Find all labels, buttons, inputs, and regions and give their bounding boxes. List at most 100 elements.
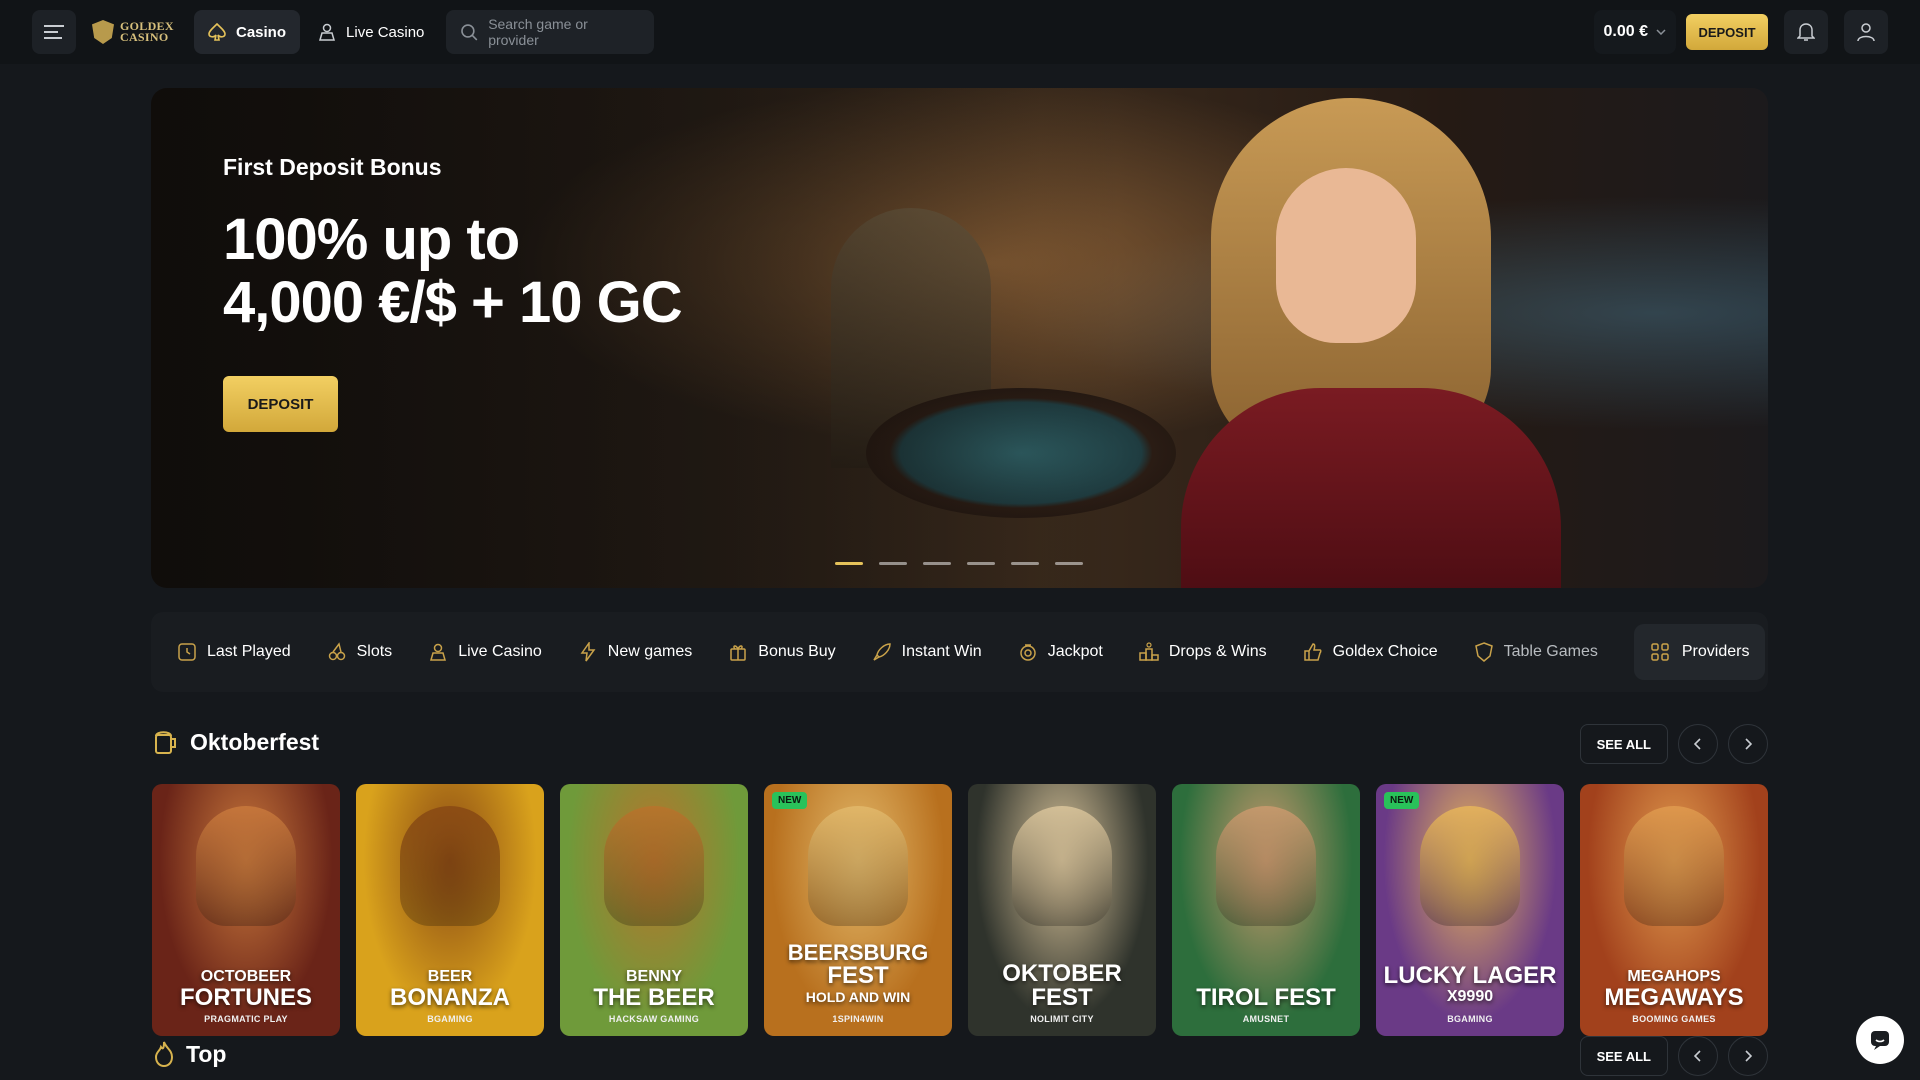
- category-instant-win[interactable]: Instant Win: [872, 642, 982, 662]
- chevron-right-icon: [1745, 1050, 1752, 1062]
- category-table-games[interactable]: Table Games: [1474, 642, 1598, 662]
- hero-banner[interactable]: First Deposit Bonus 100% up to 4,000 €/$…: [151, 88, 1768, 588]
- section-title: Oktoberfest: [190, 728, 320, 755]
- game-artwork: [196, 806, 296, 926]
- user-icon: [1857, 23, 1875, 42]
- category-last-played[interactable]: Last Played: [177, 642, 291, 662]
- scroll-left-button[interactable]: [1678, 724, 1718, 764]
- category-jackpot[interactable]: Jackpot: [1018, 642, 1103, 662]
- top-navigation-bar: GOLDEX CASINO Casino Live Casino Search …: [0, 0, 1920, 64]
- game-title: BONANZA: [390, 984, 510, 1011]
- lightning-icon: [580, 642, 596, 662]
- hero-deposit-button[interactable]: DEPOSIT: [223, 376, 338, 432]
- beer-mug-icon: [155, 731, 176, 754]
- game-provider: PRAGMATIC PLAY: [204, 1014, 288, 1024]
- game-tile[interactable]: NEW BEERSBURG FEST HOLD AND WIN 1SPIN4WIN: [764, 784, 952, 1036]
- chevron-left-icon: [1694, 738, 1701, 750]
- category-label: Last Played: [207, 643, 291, 660]
- tab-casino[interactable]: Casino: [194, 10, 301, 54]
- tab-casino-label: Casino: [236, 23, 287, 41]
- category-new-games[interactable]: New games: [578, 642, 692, 662]
- game-tile[interactable]: BENNY THE BEER HACKSAW GAMING: [560, 784, 748, 1036]
- category-bonus-buy[interactable]: Bonus Buy: [728, 642, 836, 662]
- new-badge: NEW: [1384, 792, 1420, 809]
- flame-icon: [154, 1041, 174, 1068]
- chevron-right-icon: [1745, 738, 1752, 750]
- live-chat-button[interactable]: [1856, 1016, 1904, 1064]
- carousel-dot[interactable]: [835, 562, 863, 565]
- game-provider: BGAMING: [1447, 1014, 1493, 1024]
- scroll-left-button[interactable]: [1678, 1036, 1718, 1076]
- dealer-icon: [319, 23, 336, 41]
- chevron-down-icon: [1656, 29, 1666, 35]
- chevron-left-icon: [1694, 1050, 1701, 1062]
- scroll-right-button[interactable]: [1728, 1036, 1768, 1076]
- carousel-dot[interactable]: [1011, 562, 1039, 565]
- game-artwork: [604, 806, 704, 926]
- game-title: TIROL FEST: [1196, 984, 1336, 1011]
- game-provider: BGAMING: [427, 1014, 473, 1024]
- game-title: FORTUNES: [180, 984, 312, 1011]
- game-title-post: X9990: [1446, 988, 1494, 1005]
- scroll-right-button[interactable]: [1728, 724, 1768, 764]
- account-controls: 0.00 € DEPOSIT: [1593, 10, 1888, 54]
- carousel-dot[interactable]: [879, 562, 907, 565]
- menu-button[interactable]: [32, 10, 76, 54]
- hero-title: 100% up to 4,000 €/$ + 10 GC: [223, 208, 683, 334]
- section-top-controls: SEE ALL: [1579, 1036, 1768, 1076]
- game-title: FEST: [1031, 984, 1093, 1011]
- providers-label: Providers: [1681, 643, 1750, 660]
- category-drops-wins[interactable]: Drops & Wins: [1139, 642, 1267, 662]
- category-label: Slots: [356, 643, 393, 660]
- hero-subtitle: First Deposit Bonus: [223, 154, 442, 180]
- category-label: Goldex Choice: [1332, 643, 1438, 660]
- game-artwork: [808, 806, 908, 926]
- game-artwork: [1420, 806, 1520, 926]
- category-live-casino[interactable]: Live Casino: [428, 642, 542, 662]
- game-title: THE BEER: [593, 984, 715, 1011]
- game-artwork: [400, 806, 500, 926]
- deposit-button[interactable]: DEPOSIT: [1686, 14, 1768, 50]
- category-label: Bonus Buy: [758, 643, 836, 660]
- game-tile[interactable]: NEW LUCKY LAGER X9990 BGAMING: [1376, 784, 1564, 1036]
- game-title: FEST: [827, 962, 889, 989]
- category-label: Live Casino: [458, 643, 542, 660]
- game-title-post: HOLD AND WIN: [805, 989, 911, 1005]
- category-label: Jackpot: [1047, 643, 1103, 660]
- goldex-logo[interactable]: GOLDEX CASINO: [92, 20, 176, 44]
- game-title-pre: OKTOBER: [1002, 960, 1122, 987]
- game-provider: BOOMING GAMES: [1632, 1014, 1716, 1024]
- hamburger-icon: [44, 25, 64, 39]
- logo-text-line2: CASINO: [120, 30, 169, 44]
- category-label: Instant Win: [901, 643, 982, 660]
- rocket-icon: [873, 643, 891, 661]
- tab-live-casino[interactable]: Live Casino: [304, 10, 438, 54]
- providers-button[interactable]: Providers: [1633, 624, 1766, 680]
- category-label: New games: [607, 643, 693, 660]
- category-label: Drops & Wins: [1168, 643, 1267, 660]
- game-tile[interactable]: OCTOBEER FORTUNES PRAGMATIC PLAY: [152, 784, 340, 1036]
- carousel-dot[interactable]: [923, 562, 951, 565]
- game-tile[interactable]: BEER BONANZA BGAMING: [356, 784, 544, 1036]
- grid-icon: [1651, 643, 1669, 661]
- carousel-pagination: [835, 562, 1083, 565]
- game-tile[interactable]: TIROL FEST AMUSNET: [1172, 784, 1360, 1036]
- category-slots[interactable]: Slots: [327, 642, 393, 662]
- game-tile[interactable]: OKTOBER FEST NOLIMIT CITY: [968, 784, 1156, 1036]
- game-tile[interactable]: MEGAHOPS MEGAWAYS BOOMING GAMES: [1580, 784, 1768, 1036]
- section-top-header: Top: [152, 1040, 226, 1068]
- dealer-icon: [430, 643, 447, 661]
- balance-dropdown[interactable]: 0.00 €: [1593, 10, 1676, 54]
- game-artwork: [1624, 806, 1724, 926]
- tab-live-casino-label: Live Casino: [346, 23, 425, 41]
- game-provider: AMUSNET: [1242, 1014, 1290, 1024]
- profile-button[interactable]: [1844, 10, 1888, 54]
- search-input[interactable]: Search game or provider: [446, 10, 655, 54]
- category-goldex-choice[interactable]: Goldex Choice: [1303, 642, 1438, 662]
- notifications-button[interactable]: [1784, 10, 1828, 54]
- carousel-dot[interactable]: [967, 562, 995, 565]
- see-all-button[interactable]: SEE ALL: [1579, 1036, 1668, 1076]
- carousel-dot[interactable]: [1055, 562, 1083, 565]
- search-placeholder: Search game or provider: [488, 16, 588, 48]
- see-all-button[interactable]: SEE ALL: [1579, 724, 1668, 764]
